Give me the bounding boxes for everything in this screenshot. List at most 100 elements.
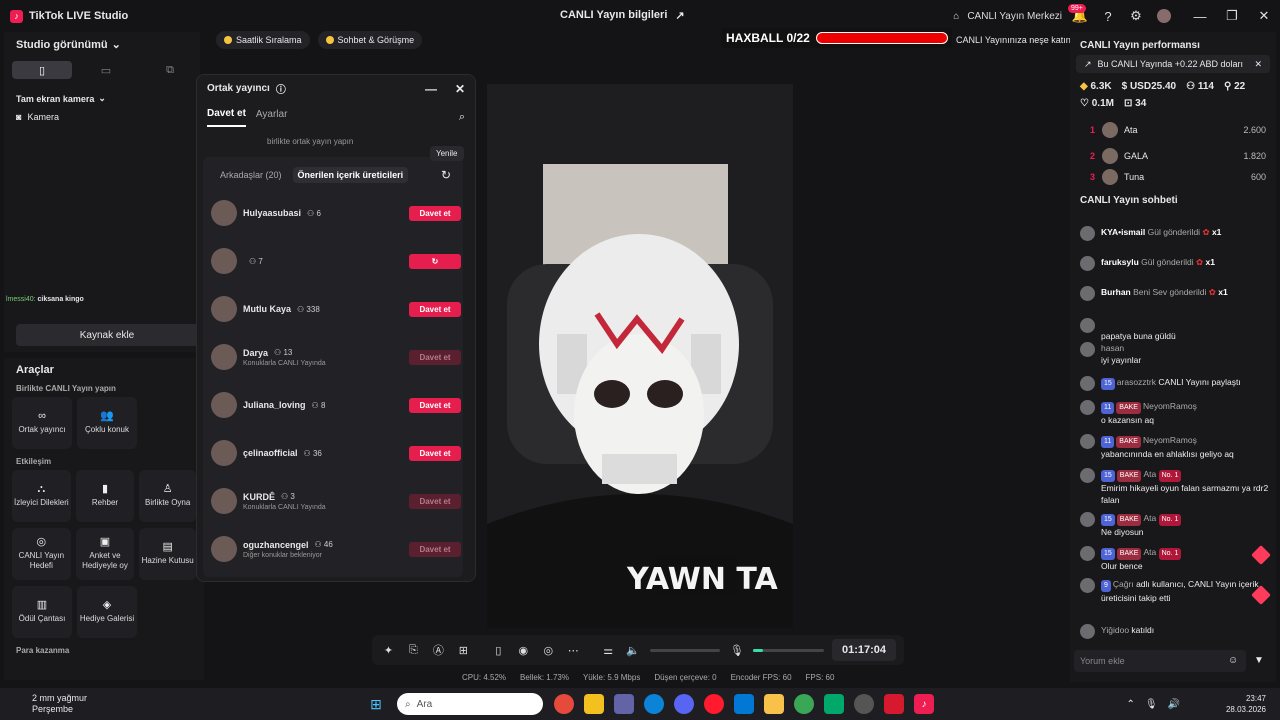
tab-settings[interactable]: Ayarlar [256,109,288,126]
minimize-dialog-button[interactable]: — [425,82,437,96]
creator-list-box: Arkadaşlar (20) Önerilen içerik üreticil… [203,157,463,577]
studio-view-dropdown[interactable]: Studio görünümü ⌄ [16,38,200,52]
poll-tool-button[interactable]: ▣ Anket ve Hediyeyle oy [75,528,135,580]
chat-meeting-tag[interactable]: Sohbet & Görüşme [317,31,423,49]
top-tags: Saatlik Sıralama Sohbet & Görüşme [216,31,423,49]
ranking-row[interactable]: 3 Tuna 600 [1070,169,1276,185]
invite-button[interactable]: Davet et [409,205,461,221]
close-icon[interactable]: ✕ [1254,59,1262,70]
microphone-icon[interactable]: 🎙 [728,641,745,659]
live-center-button[interactable]: ⌂ CANLI Yayın Merkezi [949,0,1066,32]
gear-icon[interactable]: ⚙ [1122,0,1150,32]
teams-icon[interactable] [614,694,634,714]
refresh-tooltip: Yenile [430,146,464,161]
minimize-button[interactable]: — [1184,0,1216,32]
phone-icon[interactable]: ▯ [490,641,507,659]
invite-button[interactable]: Davet et [409,445,461,461]
creator-info: ⚇ 7 [243,257,263,266]
stats-bar: CPU: 4.52% Bellek: 1.73% Yükle: 5.9 Mbps… [462,673,834,682]
help-icon[interactable]: ⓘ [276,81,286,96]
count-value: 338 [306,304,320,314]
rank-name: GALA [1124,151,1149,161]
windows-start-icon[interactable]: ⊞ [366,694,386,714]
system-tray-icons[interactable]: ⌃🎙🔊 [1126,699,1190,710]
tiktok-studio-icon[interactable]: ♪ [914,694,934,714]
mic-volume-slider[interactable] [753,648,824,652]
weather-widget[interactable]: 2 mm yağmur Perşembe [14,693,87,715]
suggested-filter[interactable]: Önerilen içerik üreticileri [292,167,409,183]
effects-icon[interactable]: ⎘ [405,641,422,659]
chrome-alt-icon[interactable] [794,694,814,714]
guide-tool-button[interactable]: ▮ Rehber [75,470,135,522]
invite-button: Davet et [409,493,461,509]
clock-date: 28.03.2026 [1225,705,1266,714]
record-icon[interactable]: ◉ [515,641,532,659]
taskbar-clock[interactable]: 23:47 28.03.2026 [1226,693,1266,715]
portrait-layout-button[interactable]: ▯ [12,61,72,79]
hourly-ranking-tag[interactable]: Saatlik Sıralama [216,31,310,49]
multi-guest-tool-button[interactable]: 👥 Çoklu konuk [77,397,137,449]
chat-message: hasan iyi yayınlar [1080,342,1270,366]
link-icon: ∞ [38,410,46,422]
gift-multiplier: x1 [1205,257,1215,267]
close-dialog-button[interactable]: ✕ [455,82,465,96]
landscape-layout-button[interactable]: ▭ [76,61,136,79]
explorer-icon[interactable] [584,694,604,714]
scene-dropdown[interactable]: Tam ekran kamera ⌄ [16,93,200,104]
opera-icon[interactable] [704,694,724,714]
metrics: ◆ 6.3K $ USD25.40 ⚇ 114 ⚲ 22 ♡ 0.1M ⊡ 34 [1070,73,1276,109]
invite-loading-button[interactable]: ↻ [409,253,461,269]
creator-row: Hulyaasubasi ⚇ 6 Davet et [211,195,461,231]
avatar[interactable] [1150,0,1178,32]
folder-icon[interactable] [764,694,784,714]
haxball-progress-bar [815,32,948,44]
treasure-box-tool-button[interactable]: ▤ Hazine Kutusu [139,528,197,580]
youtube-icon[interactable] [884,694,904,714]
trophy-icon [224,36,232,44]
steam-icon[interactable] [854,694,874,714]
help-icon[interactable]: ? [1094,0,1122,32]
dual-layout-button[interactable]: ⧉ [140,61,200,79]
mail-icon[interactable] [734,694,754,714]
camera-settings-icon[interactable]: ◎ [540,641,557,659]
source-camera[interactable]: ◙ Kamera [16,112,200,122]
tool-label: Ortak yayıncı [18,425,66,434]
comment-input[interactable]: Yorum ekle [1074,650,1246,672]
cohost-tool-button[interactable]: ∞ Ortak yayıncı [12,397,72,449]
play-together-tool-button[interactable]: ♙ Birlikte Oyna [139,470,197,522]
tab-invite[interactable]: Davet et [207,108,246,127]
diamond-metric: ◆ 6.3K [1080,81,1112,92]
maximize-button[interactable]: ❐ [1216,0,1248,32]
filter-icon[interactable]: ▼ [1254,655,1264,666]
streamer-image: YAWN TA [487,84,793,628]
refresh-icon[interactable]: ↻ [441,168,451,182]
screen-add-icon[interactable]: ⊞ [455,641,472,659]
discord-icon[interactable] [674,694,694,714]
message-body: papatya buna güldü [1101,318,1270,342]
more-icon[interactable]: ⋯ [565,641,582,659]
gift-gallery-tool-button[interactable]: ◈ Hediye Galerisi [77,586,137,638]
invite-button[interactable]: Davet et [409,301,461,317]
reward-bag-tool-button[interactable]: ▥ Ödül Çantası [12,586,72,638]
emoji-icon[interactable]: ☺ [1228,655,1238,666]
ranking-row[interactable]: 1 Ata 2.600 [1070,117,1276,143]
chat-message: Yiğidoo katıldı [1080,624,1270,639]
text-icon[interactable]: Ⓐ [430,641,447,659]
speaker-icon[interactable]: 🔈 [625,641,642,659]
taskbar-search[interactable]: ⌕ Ara [397,693,543,715]
magic-wand-icon[interactable]: ✦ [380,641,397,659]
edge-icon[interactable] [644,694,664,714]
live-info-link[interactable]: CANLI Yayın bilgileri ↗ [560,9,685,22]
invite-button[interactable]: Davet et [409,397,461,413]
ranking-row[interactable]: 2 GALA 1.820 [1070,143,1276,169]
audio-settings-icon[interactable]: ⚌ [600,641,617,659]
app-icon[interactable] [824,694,844,714]
live-goal-tool-button[interactable]: ◎ CANLI Yayın Hedefi [12,528,71,580]
viewer-wishes-tool-button[interactable]: ⛬ İzleyici Dilekleri [12,470,71,522]
add-source-button[interactable]: Kaynak ekle [16,324,198,346]
close-window-button[interactable]: ✕ [1248,0,1280,32]
friends-filter[interactable]: Arkadaşlar (20) [215,167,287,183]
speaker-volume-slider[interactable] [649,648,721,652]
search-icon[interactable]: ⌕ [459,111,465,124]
chrome-icon[interactable] [554,694,574,714]
